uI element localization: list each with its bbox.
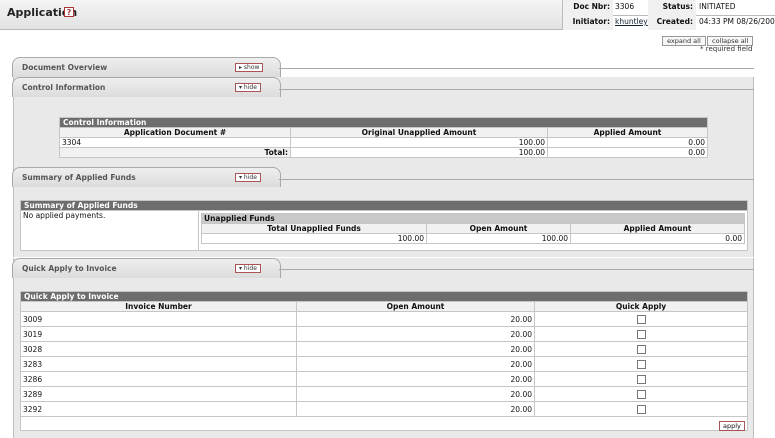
unapplied-funds-table: Unapplied Funds Total Unapplied Funds Op… [201, 213, 745, 244]
created-label: Created: [648, 15, 696, 30]
tab-quick-apply: Quick Apply to Invoice ▾ hide [12, 258, 281, 278]
invoice-number: 3009 [20, 311, 297, 327]
help-icon[interactable]: ? [64, 7, 74, 17]
open-amount: 20.00 [296, 311, 535, 327]
hide-button[interactable]: ▾ hide [235, 264, 261, 273]
total-unapplied-value: 100.00 [201, 233, 427, 244]
quick-apply-checkbox[interactable] [636, 374, 646, 384]
applied-amount: 0.00 [547, 137, 708, 148]
total-original: 100.00 [290, 147, 548, 158]
quick-apply-checkbox[interactable] [636, 314, 646, 324]
hide-button[interactable]: ▾ hide [235, 173, 261, 182]
table-row: 3304 100.00 0.00 [59, 137, 708, 148]
initiator-link[interactable]: khuntley [615, 17, 648, 26]
tab-label: Quick Apply to Invoice [22, 264, 117, 273]
tab-divider [279, 68, 754, 69]
original-amount: 100.00 [290, 137, 548, 148]
invoice-number: 3292 [20, 401, 297, 417]
table-title: Quick Apply to Invoice [20, 291, 748, 302]
invoice-number: 3289 [20, 386, 297, 402]
invoice-number: 3283 [20, 356, 297, 372]
doc-nbr: 3306 [615, 2, 635, 11]
app-doc-number: 3304 [59, 137, 291, 148]
table-row: 3028 20.00 [20, 341, 748, 357]
col-applied: Applied Amount [547, 127, 708, 138]
total-row: Total: 100.00 0.00 [59, 147, 708, 158]
col-open-amount: Open Amount [426, 223, 571, 234]
tab-label: Control Information [22, 83, 106, 92]
unapplied-title: Unapplied Funds [201, 213, 745, 224]
tab-summary: Summary of Applied Funds ▾ hide [12, 167, 281, 187]
quick-apply-checkbox[interactable] [636, 344, 646, 354]
invoice-number: 3286 [20, 371, 297, 387]
document-meta: Doc Nbr: 3306 Status: INITIATED Initiato… [562, 0, 775, 30]
quick-apply-checkbox[interactable] [636, 404, 646, 414]
col-app-doc: Application Document # [59, 127, 291, 138]
required-note: * required field [700, 45, 753, 53]
col-quick-apply: Quick Apply [534, 301, 748, 312]
col-total-unapplied: Total Unapplied Funds [201, 223, 427, 234]
table-row: 3286 20.00 [20, 371, 748, 387]
quick-apply-checkbox[interactable] [636, 359, 646, 369]
tab-label: Document Overview [22, 63, 108, 72]
created-value: 04:33 PM 08/26/2009 [699, 17, 775, 26]
quick-apply-checkbox[interactable] [636, 389, 646, 399]
open-amount: 20.00 [296, 401, 535, 417]
quick-apply-checkbox[interactable] [636, 329, 646, 339]
table-title: Control Information [59, 117, 708, 128]
table-title: Summary of Applied Funds [20, 200, 748, 211]
tab-label: Summary of Applied Funds [22, 173, 136, 182]
hide-button[interactable]: ▾ hide [235, 83, 261, 92]
tab-control-info: Control Information ▾ hide [12, 77, 281, 97]
table-row: 3283 20.00 [20, 356, 748, 372]
no-payments-text: No applied payments. [20, 210, 199, 251]
col-invoice-number: Invoice Number [20, 301, 297, 312]
tab-document-overview: Document Overview ▸ show [12, 57, 281, 77]
apply-row [20, 416, 748, 431]
table-row: 3292 20.00 [20, 401, 748, 417]
open-amount: 20.00 [296, 386, 535, 402]
summary-table: Summary of Applied Funds No applied paym… [20, 200, 748, 251]
col-open-amount: Open Amount [296, 301, 535, 312]
table-row: 3289 20.00 [20, 386, 748, 402]
tab-divider [279, 269, 754, 270]
invoice-number: 3019 [20, 326, 297, 342]
tab-divider [279, 89, 754, 90]
show-button[interactable]: ▸ show [235, 63, 264, 72]
applied-amount-value: 0.00 [570, 233, 745, 244]
apply-button[interactable]: apply [719, 421, 745, 431]
col-original: Original Unapplied Amount [290, 127, 548, 138]
status-value: INITIATED [699, 2, 736, 11]
status-label: Status: [648, 0, 696, 15]
table-row: 3019 20.00 [20, 326, 748, 342]
page-header: Application ? Doc Nbr: 3306 Status: INIT… [0, 0, 775, 30]
doc-nbr-label: Doc Nbr: [563, 0, 613, 15]
table-row: 3009 20.00 [20, 311, 748, 327]
invoice-number: 3028 [20, 341, 297, 357]
control-info-table: Control Information Application Document… [59, 117, 708, 158]
col-applied-amount: Applied Amount [570, 223, 745, 234]
open-amount-value: 100.00 [426, 233, 571, 244]
total-label: Total: [59, 147, 291, 158]
initiator-label: Initiator: [563, 15, 613, 30]
open-amount: 20.00 [296, 326, 535, 342]
open-amount: 20.00 [296, 371, 535, 387]
total-applied: 0.00 [547, 147, 708, 158]
open-amount: 20.00 [296, 356, 535, 372]
open-amount: 20.00 [296, 341, 535, 357]
quick-apply-table: Quick Apply to Invoice Invoice Number Op… [20, 291, 748, 431]
tab-divider [279, 179, 754, 180]
